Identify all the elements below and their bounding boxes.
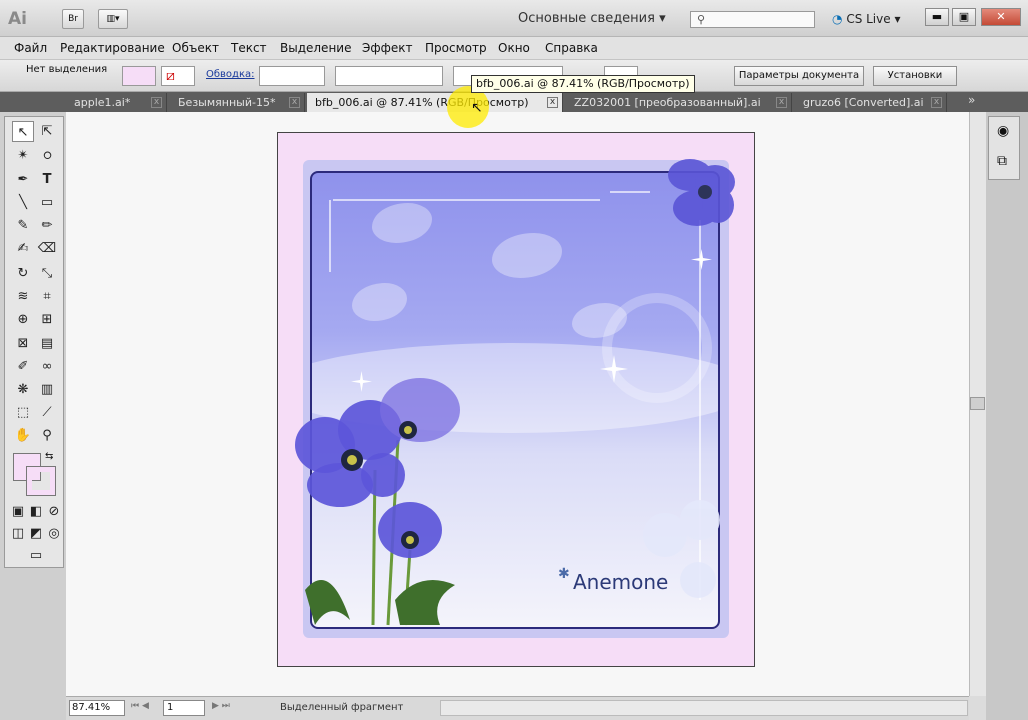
horizontal-scrollbar[interactable] <box>440 700 968 716</box>
next-artboard-icon[interactable]: ▶ ⏭ <box>212 701 230 711</box>
vertical-scroll-thumb[interactable] <box>970 397 985 410</box>
right-panel-dock <box>986 112 1028 720</box>
anemone-flowers <box>295 378 460 626</box>
sparkles <box>351 249 712 392</box>
status-text[interactable]: Выделенный фрагмент <box>280 700 403 716</box>
collapsed-panels: ◉ ⧉ <box>988 116 1020 180</box>
layers-panel-icon[interactable]: ⧉ <box>997 153 1007 169</box>
color-panel-icon[interactable]: ◉ <box>997 123 1009 139</box>
mouse-pointer-icon: ↖ <box>471 100 483 116</box>
first-artboard-icon[interactable]: ⏮ ◀ <box>131 701 149 711</box>
zoom-level-field[interactable]: 87.41% <box>69 700 125 716</box>
artboard-number-field[interactable]: 1 <box>163 700 205 716</box>
artwork-caption: Anemone <box>573 570 669 594</box>
flower-bullet-icon: ✱ <box>558 566 570 582</box>
document-tooltip: bfb_006.ai @ 87.41% (RGB/Просмотр) <box>471 75 695 93</box>
top-right-flower <box>668 159 735 226</box>
flower-illustration <box>295 159 735 626</box>
